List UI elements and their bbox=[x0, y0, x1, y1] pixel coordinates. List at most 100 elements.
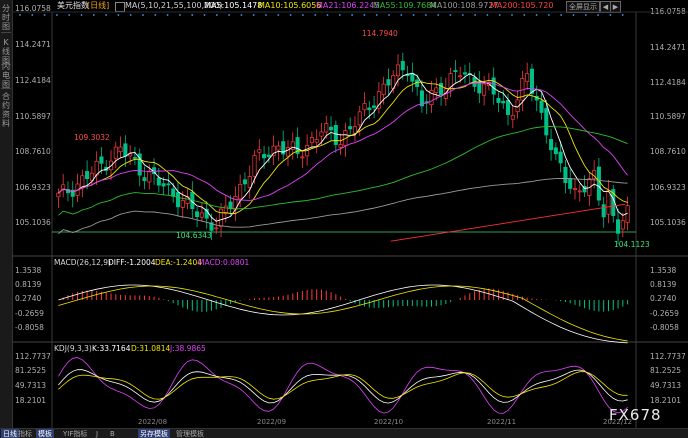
candle-body bbox=[166, 183, 171, 186]
tab-b[interactable]: B bbox=[110, 429, 115, 438]
macd-axis-right-label: -0.2659 bbox=[650, 309, 679, 318]
signal-dot bbox=[584, 14, 587, 16]
candle-body bbox=[362, 103, 367, 111]
signal-dot bbox=[461, 14, 464, 16]
macd-axis-right-label: 0.2740 bbox=[650, 294, 677, 303]
kdj-axis-left-label: 112.7737 bbox=[15, 352, 51, 361]
candle-body bbox=[606, 190, 611, 215]
tab-save-template[interactable]: 另存模板 bbox=[138, 429, 170, 438]
candle-body bbox=[510, 114, 515, 120]
signal-dot bbox=[252, 14, 255, 16]
candle-body bbox=[156, 177, 161, 186]
kdj-d-line bbox=[58, 371, 628, 400]
tab-j[interactable]: J bbox=[96, 429, 98, 438]
candle-body bbox=[616, 219, 621, 234]
signal-dot bbox=[498, 14, 501, 16]
signal-dot bbox=[572, 14, 575, 16]
candle-body bbox=[386, 79, 391, 86]
signal-dot bbox=[191, 14, 194, 16]
candle-body bbox=[553, 147, 558, 155]
candle-body bbox=[376, 91, 381, 109]
signal-dot bbox=[240, 14, 243, 16]
signal-dot bbox=[154, 14, 157, 16]
signal-dot bbox=[375, 14, 378, 16]
fx678-watermark: FX678 bbox=[609, 406, 662, 424]
tab-daily[interactable]: 日线 bbox=[1, 429, 19, 438]
candle-body bbox=[596, 166, 601, 201]
candle-body bbox=[262, 154, 267, 159]
tab-manage-template[interactable]: 管理模板 bbox=[176, 429, 204, 438]
candle-body bbox=[462, 72, 467, 75]
signal-dot bbox=[449, 14, 452, 16]
candle-body bbox=[228, 201, 233, 209]
kdj-axis-right-label: 49.7313 bbox=[650, 381, 682, 390]
signal-dot bbox=[117, 14, 120, 16]
candle-body bbox=[529, 68, 534, 94]
signal-dot bbox=[535, 14, 538, 16]
candle-body bbox=[434, 87, 439, 94]
signal-dot bbox=[326, 14, 329, 16]
tab-indicator[interactable]: 指标 bbox=[18, 429, 32, 438]
signal-dot bbox=[92, 14, 95, 16]
candle-body bbox=[276, 145, 281, 151]
signal-dot bbox=[486, 14, 489, 16]
bottom-toolbar: 日线 指标 模板 YIF指标 J B 另存模板 管理模板 bbox=[0, 428, 688, 438]
candle-body bbox=[477, 81, 482, 94]
signal-dot bbox=[105, 14, 107, 16]
candle-body bbox=[219, 208, 224, 227]
candle-body bbox=[333, 125, 338, 145]
kdj-title: KDJ(9,3,3) bbox=[54, 344, 92, 353]
candle-body bbox=[352, 126, 357, 134]
tab-template[interactable]: 模板 bbox=[36, 429, 54, 438]
signal-dot bbox=[80, 14, 83, 16]
candlestick-chart[interactable] bbox=[0, 0, 688, 438]
candle-body bbox=[300, 156, 305, 159]
low-annotation: 104.1123 bbox=[614, 240, 650, 249]
signal-dot bbox=[338, 14, 341, 16]
macd-axis-left-label: 1.3538 bbox=[15, 266, 42, 275]
signal-dot bbox=[351, 14, 353, 16]
candle-body bbox=[199, 212, 204, 218]
kdj-j: J:38.9865 bbox=[170, 344, 206, 353]
candle-body bbox=[572, 188, 578, 190]
candle-body bbox=[348, 126, 353, 130]
candle-body bbox=[372, 105, 377, 108]
candle-body bbox=[161, 183, 166, 187]
kdj-axis-right-label: 112.7737 bbox=[650, 352, 686, 361]
candle-body bbox=[367, 107, 372, 111]
candle-body bbox=[257, 149, 262, 153]
signal-dot bbox=[203, 14, 206, 16]
candle-body bbox=[324, 123, 329, 133]
signal-dot bbox=[289, 14, 292, 16]
candle-body bbox=[309, 137, 314, 144]
date-label: 2022/08 bbox=[138, 418, 168, 426]
signal-dot bbox=[265, 14, 267, 16]
candle-body bbox=[142, 177, 147, 182]
kdj-axis-right-label: 18.2101 bbox=[650, 396, 682, 405]
signal-dot bbox=[215, 14, 218, 16]
candle-body bbox=[577, 190, 582, 193]
candle-body bbox=[118, 146, 123, 153]
macd-diff: DIFF:-1.2004 bbox=[108, 258, 156, 267]
macd-axis-right-label: 0.8139 bbox=[650, 280, 677, 289]
candle-body bbox=[214, 227, 219, 230]
macd-axis-left-label: -0.8058 bbox=[15, 323, 44, 332]
signal-dot bbox=[548, 14, 550, 16]
signal-dot bbox=[228, 14, 231, 16]
signal-dot bbox=[277, 14, 280, 16]
candle-body bbox=[113, 146, 118, 159]
candle-body bbox=[175, 192, 180, 208]
candle-body bbox=[525, 73, 530, 83]
kdj-axis-right-label: 81.2525 bbox=[650, 366, 682, 375]
tab-yif-indicator[interactable]: YIF指标 bbox=[63, 429, 87, 438]
kdj-j-line bbox=[58, 357, 628, 414]
macd-dea-line bbox=[58, 285, 628, 342]
signal-dot bbox=[621, 14, 624, 16]
kdj-axis-left-label: 49.7313 bbox=[15, 381, 47, 390]
macd-axis-left-label: 0.8139 bbox=[15, 280, 42, 289]
signal-dot bbox=[314, 14, 317, 16]
signal-dot bbox=[412, 14, 415, 16]
macd-value: MACD:0.0801 bbox=[198, 258, 250, 267]
signal-dot bbox=[597, 14, 599, 16]
candle-body bbox=[400, 60, 405, 71]
